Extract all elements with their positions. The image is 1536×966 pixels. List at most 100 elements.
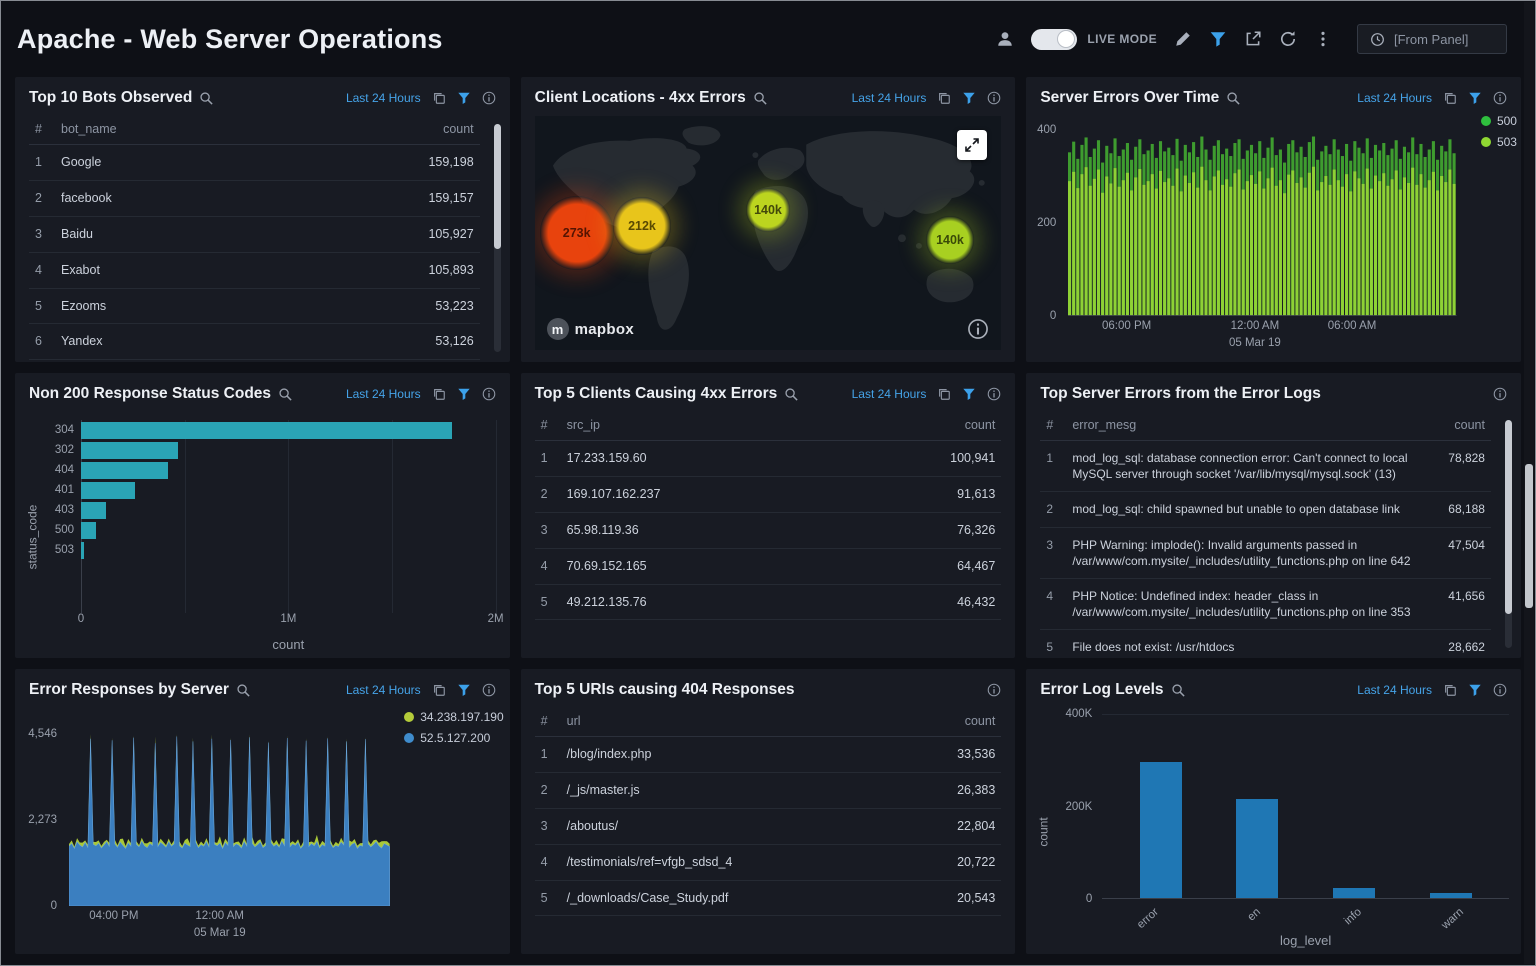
refresh-icon[interactable] [1279, 30, 1297, 48]
world-map[interactable]: 273k212k 140k 140k m mapbox [535, 116, 1002, 350]
time-range-link[interactable]: Last 24 Hours [1357, 91, 1432, 105]
copy-icon[interactable] [1443, 91, 1457, 105]
table-row: 3Baidu105,927 [29, 216, 480, 252]
search-icon[interactable] [753, 91, 768, 106]
table-row: 2facebook159,157 [29, 180, 480, 216]
panel-title-text: Non 200 Response Status Codes [29, 385, 271, 403]
x-tick: 1M [280, 613, 296, 625]
legend-dot [404, 733, 414, 743]
search-icon[interactable] [278, 387, 293, 402]
clients-table: #src_ipcount117.233.159.60100,9412169.10… [535, 410, 1002, 620]
filter-icon[interactable] [962, 91, 976, 105]
table-row: 1mod_log_sql: database connection error:… [1040, 441, 1491, 492]
live-mode-toggle[interactable] [1031, 29, 1077, 50]
column-header: # [1040, 410, 1066, 441]
panel-title-text: Error Log Levels [1040, 681, 1163, 699]
time-range-link[interactable]: Last 24 Hours [346, 683, 421, 697]
scrollbar-thumb[interactable] [1505, 420, 1512, 614]
filter-icon[interactable] [457, 387, 471, 401]
category-label: 403 [43, 502, 81, 519]
error-logs-table: #error_mesgcount1mod_log_sql: database c… [1040, 410, 1491, 658]
table-row: 2/_js/master.js26,383 [535, 772, 1002, 808]
copy-icon[interactable] [432, 683, 446, 697]
info-icon[interactable] [1493, 387, 1507, 401]
page-scrollbar[interactable] [1524, 2, 1534, 964]
hbar-body: 304302404401403500503 [43, 420, 496, 613]
copy-icon[interactable] [1443, 683, 1457, 697]
time-range-link[interactable]: Last 24 Hours [852, 387, 927, 401]
x-tick: 04:00 PM [89, 908, 138, 925]
info-icon[interactable] [482, 387, 496, 401]
mapbox-icon: m [547, 318, 569, 340]
time-range-link[interactable]: Last 24 Hours [852, 91, 927, 105]
column-header: src_ip [561, 410, 847, 441]
map-info-icon[interactable] [967, 318, 989, 340]
search-icon[interactable] [236, 683, 251, 698]
time-range-selector[interactable]: [From Panel] [1357, 24, 1507, 54]
panel-error-responses-by-server: Error Responses by Server Last 24 Hours … [15, 669, 510, 954]
info-icon[interactable] [482, 683, 496, 697]
info-icon[interactable] [987, 683, 1001, 697]
info-icon[interactable] [987, 387, 1001, 401]
panel-top-bots: Top 10 Bots Observed Last 24 Hours #bot_… [15, 77, 510, 362]
map-bubble[interactable]: 273k [540, 196, 614, 270]
edit-icon[interactable] [1174, 30, 1192, 48]
map-bubble[interactable]: 140k [746, 188, 790, 232]
filter-icon[interactable] [1468, 91, 1482, 105]
legend-label: 52.5.127.200 [420, 731, 490, 745]
x-tick: 2M [488, 613, 504, 625]
chart-legend: 34.238.197.19052.5.127.200 [404, 710, 503, 752]
more-menu-icon[interactable] [1314, 30, 1332, 48]
panel-body: #error_mesgcount1mod_log_sql: database c… [1026, 410, 1521, 658]
time-range-link[interactable]: Last 24 Hours [346, 91, 421, 105]
scrollbar-thumb[interactable] [1525, 464, 1533, 608]
category-label: 401 [43, 482, 81, 499]
search-icon[interactable] [784, 387, 799, 402]
from-panel-label: [From Panel] [1394, 32, 1468, 47]
vbar-bars [1102, 714, 1509, 898]
panel-top5-uris-404: Top 5 URIs causing 404 Responses #urlcou… [521, 669, 1016, 954]
panel-scrollbar[interactable] [1505, 420, 1512, 648]
filter-icon[interactable] [962, 387, 976, 401]
table-row: 4Exabot105,893 [29, 252, 480, 288]
log-levels-chart: count400K200K0erroreninfowarnlog_level [1026, 706, 1521, 954]
user-icon[interactable] [996, 30, 1014, 48]
panel-body: #urlcount1/blog/index.php33,5362/_js/mas… [521, 706, 1016, 954]
category-label: info [1343, 906, 1365, 927]
scrollbar-thumb[interactable] [494, 124, 501, 249]
info-icon[interactable] [1493, 683, 1507, 697]
search-icon[interactable] [1226, 91, 1241, 106]
filter-icon[interactable] [457, 683, 471, 697]
share-icon[interactable] [1244, 30, 1262, 48]
map-bubble[interactable]: 140k [926, 216, 974, 264]
info-icon[interactable] [482, 91, 496, 105]
filter-icon[interactable] [1468, 683, 1482, 697]
y-tick: 2,273 [28, 814, 57, 826]
y-tick: 4,546 [28, 728, 57, 740]
info-icon[interactable] [987, 91, 1001, 105]
copy-icon[interactable] [937, 91, 951, 105]
search-icon[interactable] [1171, 683, 1186, 698]
y-axis: 4002000 [1026, 130, 1064, 316]
table-row: 4/testimonials/ref=vfgb_sdsd_420,722 [535, 844, 1002, 880]
time-range-link[interactable]: Last 24 Hours [346, 387, 421, 401]
copy-icon[interactable] [432, 91, 446, 105]
search-icon[interactable] [199, 91, 214, 106]
column-header: count [1442, 410, 1491, 441]
column-header: count [904, 706, 1001, 737]
map-expand-button[interactable] [957, 130, 987, 160]
panel-header: Error Responses by Server Last 24 Hours [15, 669, 510, 706]
copy-icon[interactable] [432, 387, 446, 401]
y-tick: 0 [51, 900, 57, 912]
panel-scrollbar[interactable] [494, 124, 501, 352]
info-icon[interactable] [1493, 91, 1507, 105]
time-range-link[interactable]: Last 24 Hours [1357, 683, 1432, 697]
filter-icon[interactable] [457, 91, 471, 105]
copy-icon[interactable] [937, 387, 951, 401]
page-title: Apache - Web Server Operations [17, 24, 443, 55]
category-label: 503 [43, 542, 81, 559]
mapbox-logo[interactable]: m mapbox [547, 318, 634, 340]
y-axis: 400K200K0 [1054, 714, 1102, 899]
filter-icon[interactable] [1209, 30, 1227, 48]
map-bubble[interactable]: 212k [613, 197, 671, 255]
